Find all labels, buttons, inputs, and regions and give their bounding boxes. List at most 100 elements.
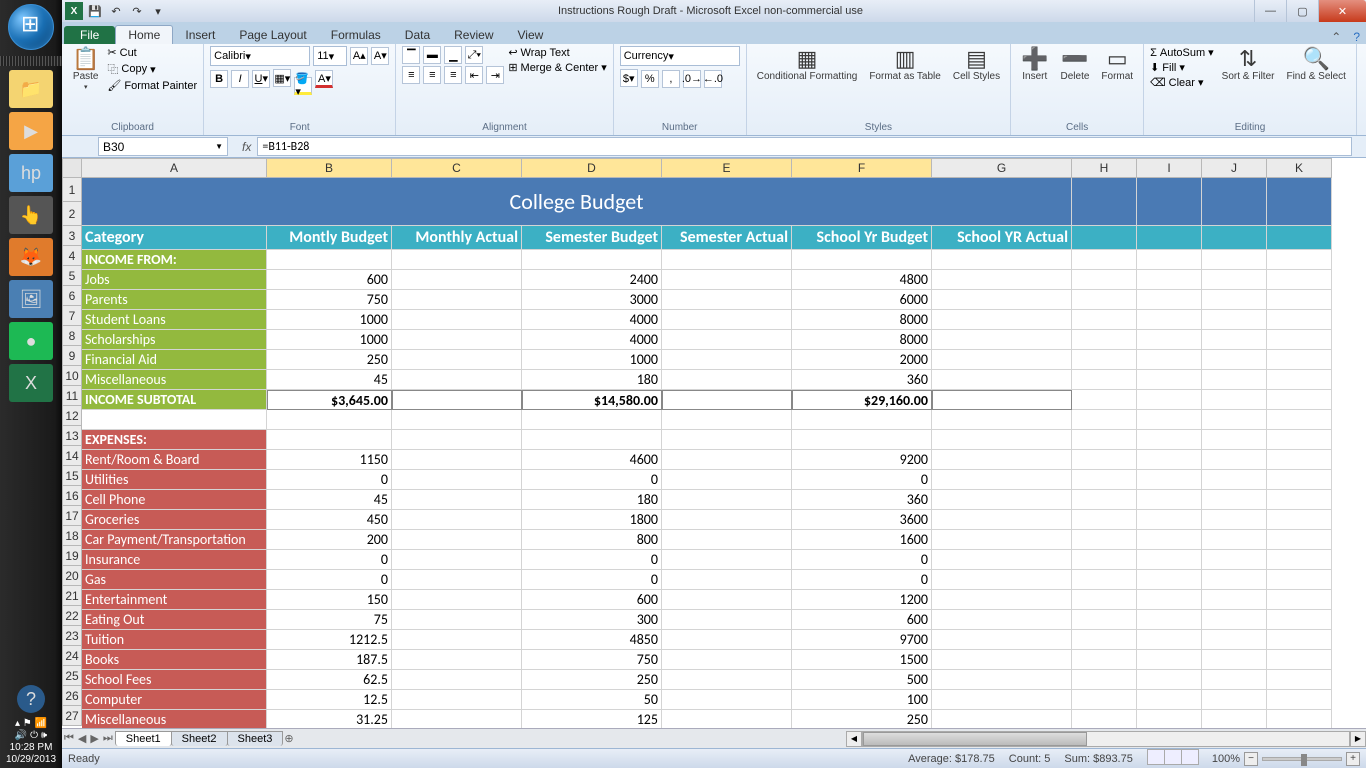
cell[interactable]: 200 (267, 530, 392, 550)
column-header-C[interactable]: C (392, 158, 522, 178)
cell[interactable] (1072, 710, 1137, 728)
fx-button[interactable]: fx (236, 140, 257, 154)
cell[interactable] (1137, 550, 1202, 570)
cell[interactable] (662, 690, 792, 710)
cell[interactable] (662, 270, 792, 290)
cell[interactable]: 750 (267, 290, 392, 310)
cell[interactable]: 9200 (792, 450, 932, 470)
cell[interactable]: 250 (267, 350, 392, 370)
cell[interactable] (1202, 430, 1267, 450)
cell[interactable]: 1500 (792, 650, 932, 670)
cell[interactable]: School Fees (82, 670, 267, 690)
font-size-select[interactable]: 11 ▾ (313, 46, 347, 66)
next-sheet-icon[interactable]: ▶ (88, 732, 100, 745)
cell[interactable] (1137, 590, 1202, 610)
maximize-button[interactable]: ▢ (1286, 0, 1318, 22)
cell[interactable] (1202, 270, 1267, 290)
decrease-indent-icon[interactable]: ⇤ (465, 66, 483, 84)
cell[interactable] (392, 590, 522, 610)
shrink-font-icon[interactable]: A▾ (371, 47, 389, 65)
cell[interactable] (1267, 470, 1332, 490)
cell[interactable] (1202, 470, 1267, 490)
row-header-1[interactable]: 1 (62, 178, 82, 202)
row-header-6[interactable]: 6 (62, 286, 82, 306)
column-headers[interactable]: ABCDEFGHIJK (82, 158, 1332, 178)
view-buttons[interactable] (1147, 749, 1198, 768)
cell[interactable] (1072, 530, 1137, 550)
cell[interactable] (1137, 570, 1202, 590)
cell[interactable]: 2000 (792, 350, 932, 370)
italic-button[interactable]: I (231, 70, 249, 88)
column-header-A[interactable]: A (82, 158, 267, 178)
qat-dropdown-icon[interactable]: ▾ (149, 2, 167, 20)
cell[interactable]: 1200 (792, 590, 932, 610)
cell[interactable]: 600 (792, 610, 932, 630)
cell[interactable]: 2400 (522, 270, 662, 290)
name-box[interactable]: B30▼ (98, 137, 228, 156)
cell[interactable]: 1000 (267, 330, 392, 350)
cell[interactable] (1137, 510, 1202, 530)
cell[interactable] (392, 350, 522, 370)
cell[interactable] (392, 550, 522, 570)
cell[interactable] (662, 470, 792, 490)
clear-button[interactable]: ⌫Clear ▾ (1150, 76, 1214, 89)
cell[interactable]: Car Payment/Transportation (82, 530, 267, 550)
cell[interactable] (1137, 310, 1202, 330)
cell[interactable] (662, 610, 792, 630)
cell[interactable] (932, 310, 1072, 330)
row-header-22[interactable]: 22 (62, 606, 82, 626)
cell[interactable] (662, 390, 792, 410)
cell[interactable] (932, 410, 1072, 430)
align-middle-icon[interactable]: ▬ (423, 46, 441, 64)
cell[interactable]: 250 (792, 710, 932, 728)
cell[interactable] (662, 670, 792, 690)
cell[interactable]: 750 (522, 650, 662, 670)
cell[interactable] (1267, 610, 1332, 630)
zoom-out-icon[interactable]: − (1244, 752, 1258, 766)
cell[interactable] (1072, 590, 1137, 610)
cell[interactable] (1137, 290, 1202, 310)
cell[interactable]: EXPENSES: (82, 430, 267, 450)
cell[interactable]: 8000 (792, 310, 932, 330)
cell[interactable] (267, 250, 392, 270)
cell[interactable] (1267, 690, 1332, 710)
cell[interactable]: Montly Budget (267, 226, 392, 250)
row-header-2[interactable]: 2 (62, 202, 82, 226)
cell[interactable]: Tuition (82, 630, 267, 650)
cell[interactable] (1202, 226, 1267, 250)
cell[interactable] (1072, 270, 1137, 290)
cell[interactable] (1202, 710, 1267, 728)
cell[interactable]: 3600 (792, 510, 932, 530)
row-header-23[interactable]: 23 (62, 626, 82, 646)
cell[interactable] (1267, 570, 1332, 590)
insert-cells-button[interactable]: ➕Insert (1017, 46, 1052, 84)
cell[interactable] (1267, 370, 1332, 390)
cell[interactable] (1202, 310, 1267, 330)
format-as-table-button[interactable]: ▥Format as Table (865, 46, 945, 84)
cell[interactable] (1137, 430, 1202, 450)
cell[interactable] (392, 410, 522, 430)
cell[interactable]: 3000 (522, 290, 662, 310)
cell[interactable] (1267, 410, 1332, 430)
cell[interactable]: Entertainment (82, 590, 267, 610)
cell[interactable] (1267, 490, 1332, 510)
row-header-18[interactable]: 18 (62, 526, 82, 546)
cell[interactable] (662, 590, 792, 610)
cell[interactable]: 4000 (522, 310, 662, 330)
cell[interactable]: 500 (792, 670, 932, 690)
font-name-select[interactable]: Calibri ▾ (210, 46, 310, 66)
cell[interactable] (932, 590, 1072, 610)
cell[interactable]: Utilities (82, 470, 267, 490)
cell[interactable] (1072, 430, 1137, 450)
cell[interactable]: 45 (267, 490, 392, 510)
cell[interactable]: 300 (522, 610, 662, 630)
cell[interactable]: 4000 (522, 330, 662, 350)
currency-icon[interactable]: $▾ (620, 69, 638, 87)
cell[interactable] (1072, 410, 1137, 430)
cell[interactable]: 800 (522, 530, 662, 550)
cell[interactable] (1267, 310, 1332, 330)
cell[interactable] (932, 250, 1072, 270)
cell[interactable] (1202, 370, 1267, 390)
fill-button[interactable]: ⬇Fill ▾ (1150, 61, 1214, 74)
cell[interactable] (1072, 250, 1137, 270)
